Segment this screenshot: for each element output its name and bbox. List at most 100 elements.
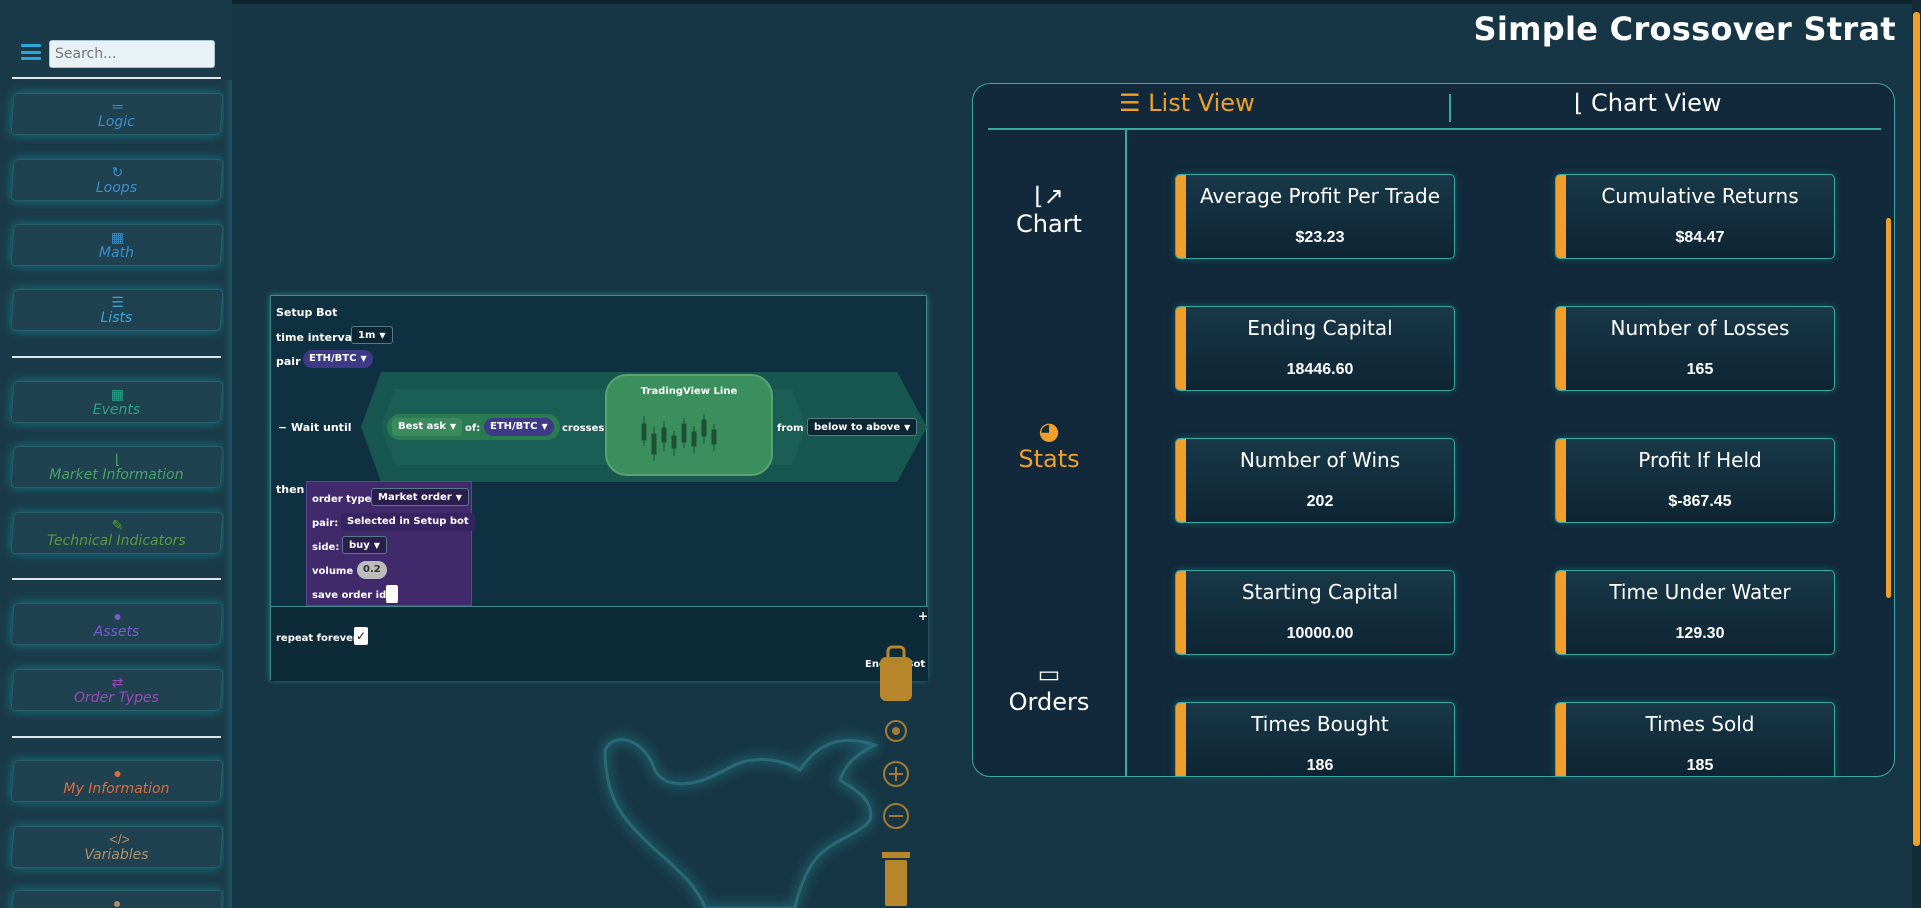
tab-label: List View — [1148, 89, 1255, 117]
caret-down-icon: ▼ — [541, 422, 548, 431]
pair-value: ETH/BTC — [309, 353, 357, 364]
sidebar-item-label: Logic — [98, 114, 135, 130]
sidebar-item-events[interactable]: ▦ Events — [10, 381, 224, 423]
volume-input[interactable]: 0.2 — [357, 561, 387, 579]
side-nav-stats[interactable]: ◕ Stats — [973, 417, 1125, 473]
order-type-dropdown[interactable]: Market order ▼ — [371, 488, 469, 506]
side-nav-label: Chart — [1016, 210, 1082, 238]
sidebar-item-math[interactable]: ▦ Math — [10, 224, 224, 266]
recenter-icon[interactable] — [876, 716, 916, 751]
caret-down-icon: ▼ — [449, 422, 457, 431]
add-icon[interactable]: + — [918, 609, 928, 623]
from-direction-value: below to above — [814, 422, 901, 433]
stat-card: Time Under Water 129.30 — [1555, 570, 1835, 655]
backpack-icon[interactable] — [876, 645, 916, 710]
sidebar-item-my-information[interactable]: ● My Information — [10, 760, 224, 802]
sidebar-divider — [12, 578, 221, 580]
stat-value: 18446.60 — [1286, 361, 1354, 378]
stat-value: 202 — [1306, 493, 1334, 510]
tab-label: Chart View — [1591, 89, 1722, 117]
repeat-forever-checkbox[interactable]: ✓ — [354, 627, 368, 645]
view-tabs: ☰ List View ⌊ Chart View — [988, 84, 1881, 130]
from-label: from — [777, 423, 804, 434]
sidebar-item-logic[interactable]: ═ Logic — [10, 93, 224, 135]
coin-icon: ● — [112, 895, 122, 908]
stat-card: Profit If Held $-867.45 — [1555, 438, 1835, 523]
list-icon: ☰ — [1119, 89, 1141, 117]
results-panel: ☰ List View ⌊ Chart View ⌊↗ Chart ◕ Stat… — [972, 83, 1895, 777]
page-scrollbar-thumb[interactable] — [1913, 12, 1920, 846]
stat-accent-bar — [1176, 439, 1186, 522]
panel-scrollbar[interactable] — [1886, 218, 1891, 598]
tradingview-line-card[interactable]: TradingView Line — [607, 376, 771, 474]
side-dropdown[interactable]: buy ▼ — [342, 536, 387, 554]
sidebar-item-variables[interactable]: </> Variables — [10, 826, 224, 868]
wrench-icon: ✎ — [111, 517, 124, 533]
stat-value: $-867.45 — [1668, 493, 1732, 510]
setup-bot-block[interactable]: Setup Bot time interval 1m ▼ pair ETH/BTC… — [270, 295, 928, 681]
sidebar-item-label: Events — [92, 402, 141, 418]
pie-chart-icon: ◕ — [1038, 417, 1060, 445]
market-order-block[interactable]: order type: Market order ▼ pair: Selected… — [306, 481, 475, 606]
tradingview-line-label: TradingView Line — [640, 386, 738, 397]
stat-accent-bar — [1556, 175, 1566, 258]
stat-card: Starting Capital 10000.00 — [1175, 570, 1455, 655]
order-type-value: Market order — [378, 492, 452, 503]
sidebar-item-label: Market Information — [49, 467, 184, 483]
zoom-in-icon[interactable] — [876, 759, 916, 794]
best-ask-dropdown[interactable]: Best ask ▼ — [392, 418, 463, 436]
stat-name: Number of Wins — [1239, 448, 1401, 472]
crosses-label: crosses — [562, 423, 605, 434]
page-title: Simple Crossover Strat — [1473, 10, 1896, 48]
sidebar-divider — [12, 356, 221, 358]
hamburger-menu-icon[interactable] — [21, 44, 41, 60]
side-nav-orders[interactable]: ▭ Orders — [973, 660, 1125, 716]
equals-icon: ═ — [112, 98, 123, 114]
repeat-block: + repeat forever ✓ End Of Bot — [271, 606, 928, 681]
trash-icon[interactable] — [876, 846, 916, 908]
side-nav-chart[interactable]: ⌊↗ Chart — [973, 182, 1125, 238]
list-icon: ☰ — [111, 294, 124, 310]
tab-list-view[interactable]: ☰ List View — [1119, 89, 1255, 117]
page-scrollbar[interactable] — [1912, 0, 1921, 908]
stat-accent-bar — [1556, 439, 1566, 522]
stat-accent-bar — [1556, 571, 1566, 654]
search-input[interactable] — [49, 40, 215, 68]
tab-divider — [1449, 94, 1451, 122]
zoom-out-icon[interactable] — [876, 801, 916, 836]
collapse-icon[interactable]: − — [278, 421, 287, 434]
stat-accent-bar — [1176, 307, 1186, 390]
caret-down-icon: ▼ — [360, 354, 367, 363]
tab-chart-view[interactable]: ⌊ Chart View — [1574, 89, 1722, 117]
stat-name: Times Bought — [1251, 712, 1389, 736]
save-order-id-label: save order id: — [312, 590, 391, 601]
calculator-icon: ▦ — [110, 229, 125, 245]
of-label: of: — [465, 423, 481, 434]
sidebar-item-assets[interactable]: ● Assets — [10, 603, 224, 645]
sidebar-item-technical-indicators[interactable]: ✎ Technical Indicators — [10, 512, 224, 554]
sidebar-item-loops[interactable]: ↻ Loops — [10, 159, 224, 201]
sidebar-item-more[interactable]: ● — [10, 890, 224, 908]
side-value: buy — [349, 540, 370, 551]
wait-until-label: Wait until — [291, 421, 352, 434]
save-order-id-input[interactable] — [386, 585, 398, 603]
stat-value: 10000.00 — [1286, 625, 1354, 642]
stat-name: Times Sold — [1645, 712, 1755, 736]
order-type-label: order type: — [312, 494, 376, 505]
sidebar-item-market-information[interactable]: ⌊ Market Information — [10, 446, 224, 488]
pair-dropdown[interactable]: ETH/BTC ▼ — [303, 350, 373, 368]
stat-card: Times Sold 185 — [1555, 702, 1835, 776]
time-interval-dropdown[interactable]: 1m ▼ — [351, 326, 393, 344]
sidebar-item-lists[interactable]: ☰ Lists — [10, 289, 224, 331]
id-card-icon: ▭ — [1037, 660, 1061, 688]
stat-card: Times Bought 186 — [1175, 702, 1455, 776]
time-interval-label: time interval — [276, 331, 356, 344]
stat-name: Starting Capital — [1241, 580, 1399, 604]
sidebar-item-label: Technical Indicators — [47, 533, 186, 549]
stat-name: Profit If Held — [1638, 448, 1762, 472]
of-pair-dropdown[interactable]: ETH/BTC ▼ — [484, 418, 554, 436]
from-direction-dropdown[interactable]: below to above ▼ — [807, 418, 918, 436]
stat-name: Number of Losses — [1610, 316, 1790, 340]
sidebar-item-order-types[interactable]: ⇄ Order Types — [10, 669, 224, 711]
stat-name: Ending Capital — [1247, 316, 1393, 340]
